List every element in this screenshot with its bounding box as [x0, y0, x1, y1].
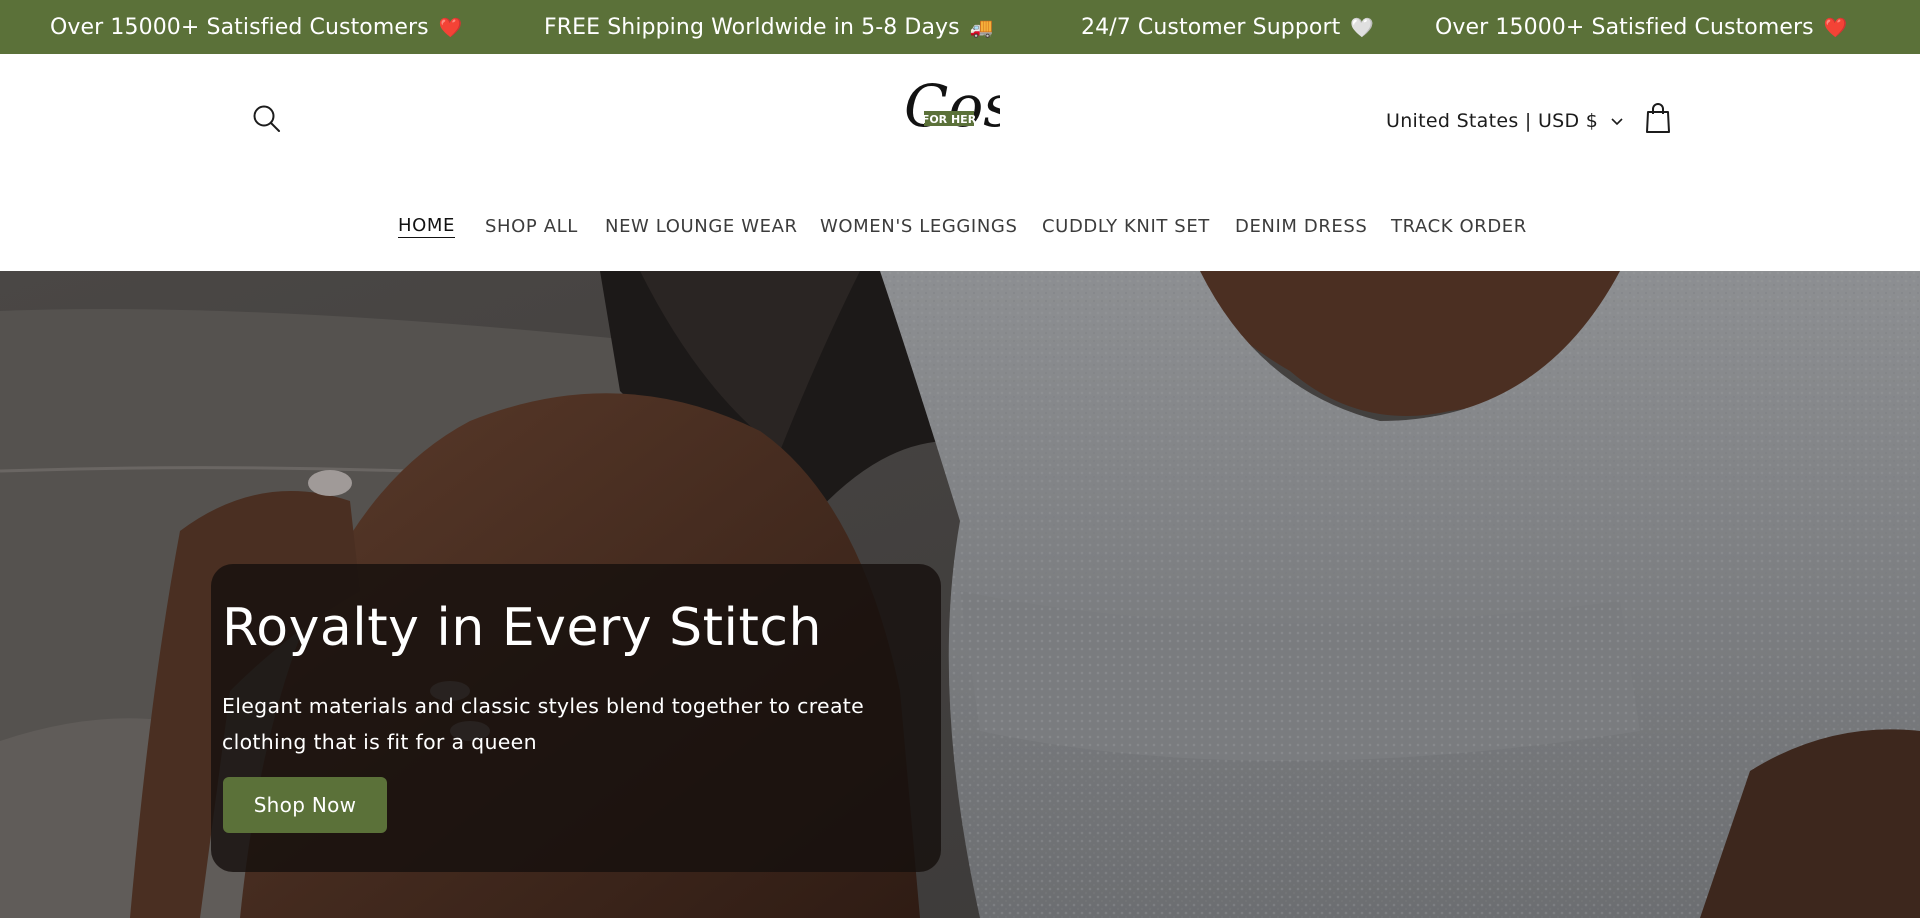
country-currency-selector[interactable]: United States | USD $: [1386, 104, 1624, 138]
heart-icon: ❤️: [1823, 16, 1848, 39]
nav-item-label: TRACK ORDER: [1391, 215, 1527, 237]
store-logo[interactable]: Cosy FOR HER: [900, 68, 1047, 148]
chevron-down-icon: [1611, 118, 1623, 126]
main-navigation: HOME SHOP ALL NEW LOUNGE WEAR WOMEN'S LE…: [0, 208, 1920, 244]
nav-item-label: SHOP ALL: [485, 215, 578, 237]
nav-item-denim-dress[interactable]: DENIM DRESS: [1235, 208, 1367, 244]
nav-item-label: NEW LOUNGE WEAR: [605, 215, 798, 237]
hero-title: Royalty in Every Stitch: [222, 598, 822, 658]
nav-item-label: HOME: [398, 214, 456, 238]
truck-icon: 🚚: [969, 16, 994, 39]
cart-icon: [1646, 103, 1670, 133]
announcement-text: 24/7 Customer Support: [1081, 14, 1341, 40]
announcement-item: Over 15000+ Satisfied Customers ❤️: [1435, 0, 1848, 54]
nav-item-womens-leggings[interactable]: WOMEN'S LEGGINGS: [820, 208, 1017, 244]
localization-label: United States | USD $: [1386, 110, 1599, 132]
nav-item-shop-all[interactable]: SHOP ALL: [485, 208, 578, 244]
announcement-text: Over 15000+ Satisfied Customers: [1435, 14, 1814, 40]
announcement-item: Over 15000+ Satisfied Customers ❤️: [50, 0, 463, 54]
hero-content-box: Royalty in Every Stitch Elegant material…: [211, 564, 941, 872]
logo-tag: FOR HER: [922, 113, 977, 126]
logo-main: Cosy: [904, 72, 1000, 140]
search-button[interactable]: [250, 102, 284, 136]
nav-item-home[interactable]: HOME: [398, 208, 456, 244]
nav-item-new-lounge-wear[interactable]: NEW LOUNGE WEAR: [605, 208, 798, 244]
announcement-text: FREE Shipping Worldwide in 5-8 Days: [544, 14, 960, 40]
search-icon: [253, 105, 280, 132]
cart-button[interactable]: [1641, 100, 1675, 136]
nav-item-label: CUDDLY KNIT SET: [1042, 215, 1210, 237]
nav-item-track-order[interactable]: TRACK ORDER: [1391, 208, 1527, 244]
hero-banner: Royalty in Every Stitch Elegant material…: [0, 271, 1920, 918]
shop-now-button[interactable]: Shop Now: [223, 777, 387, 833]
announcement-bar: Over 15000+ Satisfied Customers ❤️ FREE …: [0, 0, 1920, 54]
announcement-item: FREE Shipping Worldwide in 5-8 Days 🚚: [544, 0, 994, 54]
announcement-item: 24/7 Customer Support 🤍: [1081, 0, 1374, 54]
site-header: Cosy FOR HER United States | USD $ HOME …: [0, 54, 1920, 271]
logo-mark: Cosy FOR HER: [904, 72, 1047, 140]
announcement-text: Over 15000+ Satisfied Customers: [50, 14, 429, 40]
heart-icon: 🤍: [1350, 16, 1375, 39]
nav-item-cuddly-knit-set[interactable]: CUDDLY KNIT SET: [1042, 208, 1210, 244]
hero-description: Elegant materials and classic styles ble…: [222, 694, 865, 754]
nav-item-label: DENIM DRESS: [1235, 215, 1368, 237]
nav-item-label: WOMEN'S LEGGINGS: [820, 215, 1018, 237]
heart-icon: ❤️: [438, 16, 463, 39]
